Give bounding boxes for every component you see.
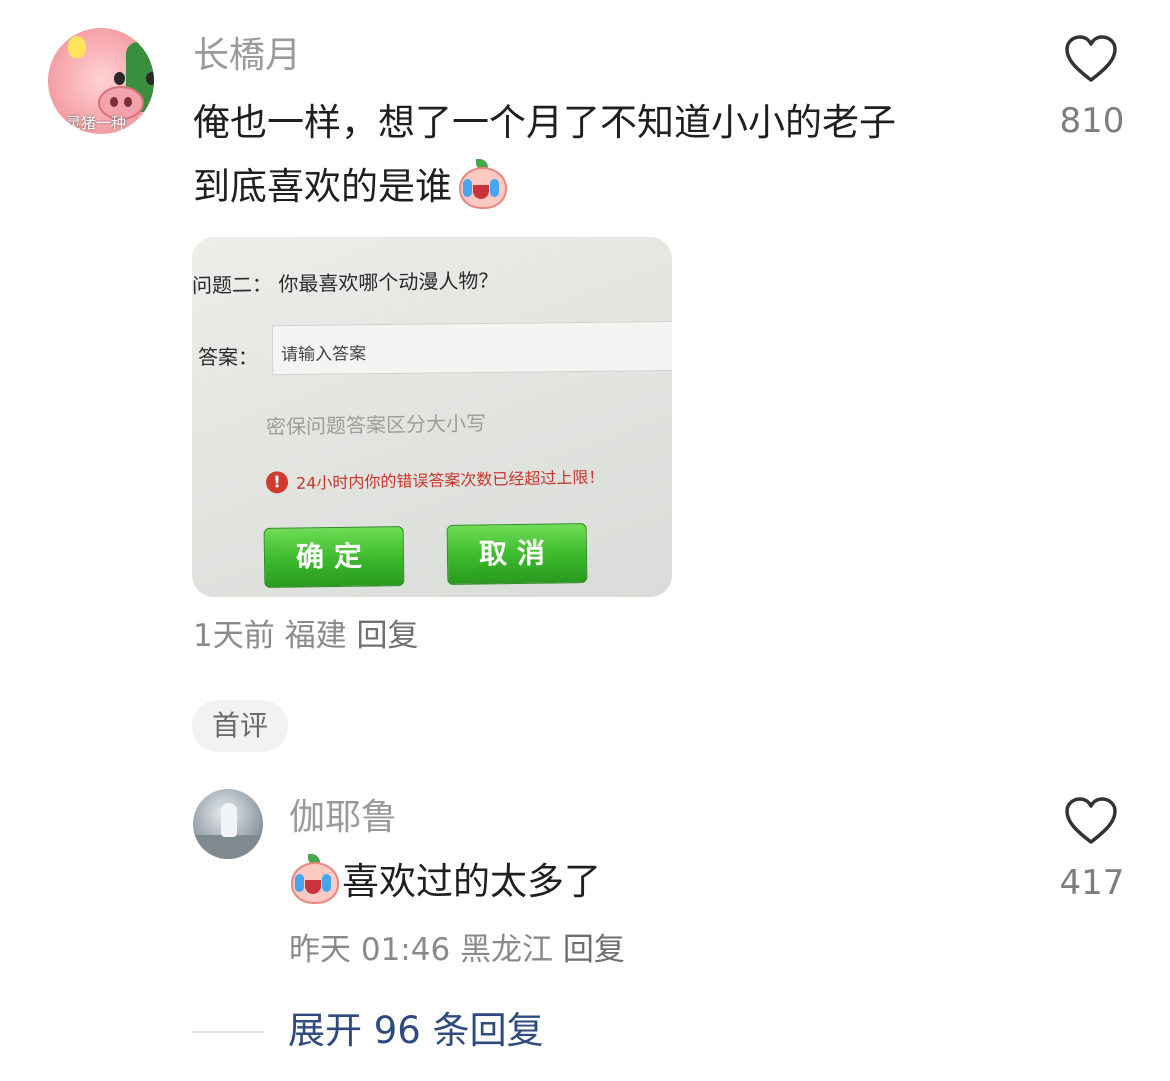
- question-label: 问题二： 你最喜欢哪个动漫人物？: [192, 268, 499, 298]
- comment-time: 1天前: [193, 618, 275, 654]
- comment-text-segment: 到底喜欢的是谁: [193, 165, 452, 208]
- answer-placeholder: 请输入答案: [280, 344, 367, 366]
- username[interactable]: 伽耶鲁: [289, 800, 397, 836]
- error-message: ! 24小时内你的错误答案次数已经超过上限！: [265, 463, 605, 494]
- avatar-ground: [193, 835, 263, 859]
- like-heart-icon[interactable]: [1064, 796, 1118, 846]
- avatar[interactable]: 灵猪一种: [48, 28, 154, 134]
- username[interactable]: 长橋月: [193, 38, 301, 74]
- error-text: 24小时内你的错误答案次数已经超过上限！: [295, 467, 605, 493]
- avatar-figure: [221, 803, 237, 837]
- like-count: 417: [1059, 863, 1125, 903]
- expand-replies-link[interactable]: 展开 96 条回复: [288, 1012, 544, 1049]
- answer-label: 答案：: [198, 345, 258, 369]
- reply-button[interactable]: 回复: [356, 618, 418, 654]
- crying-face-emoji-icon: [288, 854, 339, 904]
- divider: [192, 1031, 263, 1033]
- comment-text-segment: 喜欢过的太多了: [342, 860, 601, 903]
- comment-text: 喜欢过的太多了: [288, 850, 601, 914]
- cancel-button: 取消: [446, 523, 588, 585]
- comment-meta: 1天前 福建 回复: [193, 621, 418, 652]
- comment-text-line: 到底喜欢的是谁: [193, 155, 1033, 219]
- comment-location: 黑龙江: [460, 932, 554, 968]
- like-heart-icon[interactable]: [1064, 34, 1118, 84]
- reply-button[interactable]: 回复: [563, 932, 625, 968]
- comment-time: 昨天 01:46: [289, 932, 451, 968]
- lightbulb-icon: [68, 36, 86, 58]
- case-hint: 密保问题答案区分大小写: [265, 411, 487, 439]
- comment-image[interactable]: 问题二： 你最喜欢哪个动漫人物？ 答案： 请输入答案 密保问题答案区分大小写 !…: [192, 237, 672, 597]
- first-comment-badge: 首评: [192, 700, 288, 752]
- comment-meta: 昨天 01:46 黑龙江 回复: [289, 935, 625, 966]
- like-count: 810: [1059, 101, 1125, 141]
- confirm-button: 确定: [263, 526, 405, 588]
- avatar-caption: 灵猪一种: [66, 114, 127, 132]
- crying-face-emoji-icon: [456, 159, 507, 209]
- comment-text: 俺也一样，想了一个月了不知道小小的老子 到底喜欢的是谁: [193, 91, 1033, 219]
- pig-eye: [114, 72, 125, 85]
- comment-text-line: 俺也一样，想了一个月了不知道小小的老子: [193, 101, 896, 144]
- comment-location: 福建: [284, 618, 347, 654]
- answer-input: 请输入答案: [271, 320, 672, 376]
- pig-eye: [146, 72, 154, 85]
- error-icon: !: [265, 471, 289, 494]
- avatar[interactable]: [193, 789, 263, 859]
